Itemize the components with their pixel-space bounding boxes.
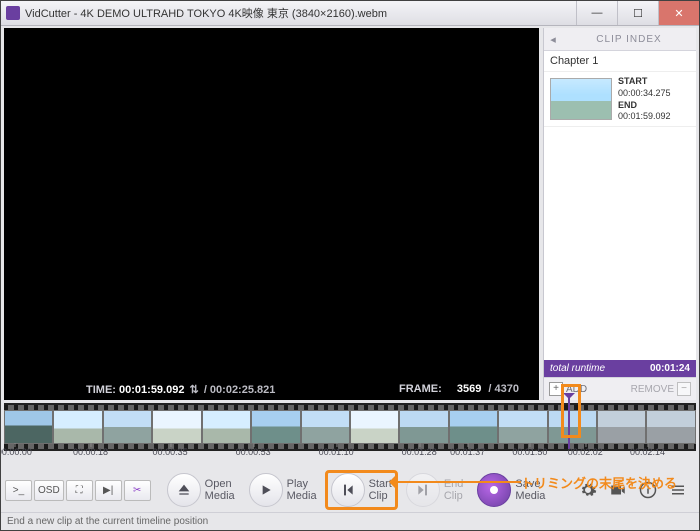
- clip-thumbnail: [550, 78, 612, 120]
- video-status-overlay: TIME: 00:01:59.092 ⇅ / 00:02:25.821 FRAM…: [4, 383, 539, 396]
- clip-list[interactable]: Chapter 1 START 00:00:34.275 END 00:01:5…: [544, 51, 696, 360]
- clip-item[interactable]: START 00:00:34.275 END 00:01:59.092: [544, 72, 696, 127]
- tick: 00:00:53: [236, 447, 271, 457]
- video-icon: [609, 481, 627, 499]
- close-button[interactable]: ✕: [658, 1, 699, 25]
- tick: 00:00:00: [0, 447, 32, 457]
- smartcut-button[interactable]: ✂: [124, 480, 151, 501]
- clip-index-title: CLIP INDEX: [562, 34, 696, 45]
- tick: 00:01:37: [450, 447, 485, 457]
- record-icon: [486, 482, 502, 498]
- osd-button[interactable]: OSD: [34, 480, 64, 501]
- minus-icon: −: [677, 382, 691, 396]
- tick: 00:01:10: [319, 447, 354, 457]
- gear-icon: [579, 481, 597, 499]
- menu-icon: [669, 481, 687, 499]
- app-icon: [6, 6, 20, 20]
- scissors-icon: ✂: [133, 485, 141, 496]
- clip-end-label: END: [618, 100, 671, 111]
- console-button[interactable]: >_: [5, 480, 32, 501]
- tick: 00:01:28: [402, 447, 437, 457]
- end-clip-button[interactable]: EndClip: [400, 470, 470, 510]
- filmstrip[interactable]: [4, 403, 696, 451]
- tick: 00:02:14: [630, 447, 665, 457]
- clip-info: START 00:00:34.275 END 00:01:59.092: [618, 76, 671, 122]
- remove-label: REMOVE: [631, 384, 674, 395]
- minimize-button[interactable]: —: [576, 1, 617, 25]
- frame-label: FRAME:: [399, 383, 442, 395]
- total-runtime-label: total runtime: [550, 363, 605, 374]
- skip-end-button[interactable]: ▶|: [95, 480, 122, 501]
- info-button[interactable]: [637, 479, 659, 501]
- status-text: End a new clip at the current timeline p…: [7, 516, 208, 527]
- time-total: / 00:02:25.821: [204, 384, 276, 396]
- video-preview[interactable]: TIME: 00:01:59.092 ⇅ / 00:02:25.821 FRAM…: [4, 28, 539, 400]
- tick: 00:00:35: [153, 447, 188, 457]
- clip-end-icon: [415, 482, 431, 498]
- settings-button[interactable]: [577, 479, 599, 501]
- clip-start-time: 00:00:34.275: [618, 88, 671, 99]
- main-toolbar: >_ OSD ⛶ ▶| ✂ OpenMedia PlayMedia StartC…: [1, 468, 699, 512]
- titlebar: VidCutter - 4K DEMO ULTRAHD TOKYO 4K映像 東…: [1, 1, 699, 26]
- plus-icon: +: [549, 382, 563, 396]
- clip-start-icon: [340, 482, 356, 498]
- info-icon: [639, 481, 657, 499]
- statusbar: End a new clip at the current timeline p…: [1, 512, 699, 530]
- time-current: 00:01:59.092: [119, 384, 184, 396]
- time-spinner-icon[interactable]: ⇅: [190, 384, 199, 396]
- menu-button[interactable]: [667, 479, 689, 501]
- collapse-clip-index-icon[interactable]: ◂: [544, 33, 562, 46]
- open-media-button[interactable]: OpenMedia: [161, 470, 241, 510]
- chapter-title[interactable]: Chapter 1: [544, 51, 696, 72]
- app-window: VidCutter - 4K DEMO ULTRAHD TOKYO 4K映像 東…: [0, 0, 700, 531]
- remove-clip-button[interactable]: REMOVE −: [620, 382, 696, 396]
- eject-icon: [176, 482, 192, 498]
- timeline-ticks: 00:00:00 00:00:18 00:00:35 00:00:53 00:0…: [4, 447, 696, 465]
- window-title: VidCutter - 4K DEMO ULTRAHD TOKYO 4K映像 東…: [25, 5, 576, 21]
- maximize-button[interactable]: ☐: [617, 1, 658, 25]
- fullscreen-button[interactable]: ⛶: [66, 480, 93, 501]
- tick: 00:00:18: [73, 447, 108, 457]
- clip-index-panel: ◂ CLIP INDEX Chapter 1 START 00:00:34.27…: [543, 28, 696, 400]
- tick: 00:01:50: [512, 447, 547, 457]
- frame-current: 3569: [457, 383, 481, 395]
- clip-start-label: START: [618, 76, 671, 87]
- clip-end-time: 00:01:59.092: [618, 111, 671, 122]
- add-clip-button[interactable]: + ADD: [544, 382, 620, 396]
- fullscreen-icon: ⛶: [76, 485, 83, 496]
- total-runtime-value: 00:01:24: [650, 363, 690, 374]
- media-info-button[interactable]: [607, 479, 629, 501]
- play-icon: [258, 482, 274, 498]
- save-media-button[interactable]: SaveMedia: [471, 470, 551, 510]
- tick: 00:02:02: [568, 447, 603, 457]
- skip-end-icon: ▶|: [103, 485, 113, 496]
- timeline[interactable]: 00:00:00 00:00:18 00:00:35 00:00:53 00:0…: [4, 403, 696, 465]
- frame-total: / 4370: [488, 383, 519, 395]
- play-media-button[interactable]: PlayMedia: [243, 470, 323, 510]
- time-label: TIME:: [86, 384, 116, 396]
- playhead[interactable]: [568, 397, 570, 449]
- start-clip-button[interactable]: StartClip: [325, 470, 398, 510]
- total-runtime-bar: total runtime 00:01:24: [544, 360, 696, 377]
